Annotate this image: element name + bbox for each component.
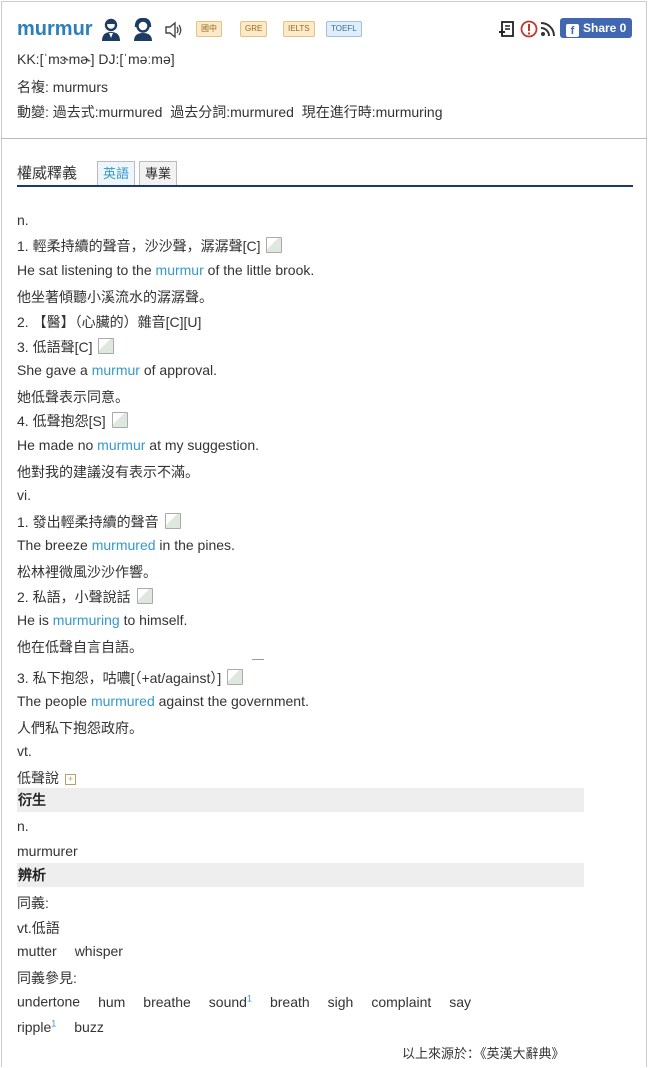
tab-english[interactable]: 英語 <box>97 161 136 186</box>
example-sentence: He sat listening to the murmur of the li… <box>17 262 315 278</box>
share-count-label: Share 0 <box>583 21 627 35</box>
see-also-label: 同義參見: <box>17 970 77 986</box>
keyword-link[interactable]: murmuring <box>53 612 120 628</box>
headword: murmur <box>17 18 93 40</box>
derivation-header: 衍生 <box>17 788 584 812</box>
level-badge-ielts[interactable]: IELTS <box>283 21 315 37</box>
pos-transitive-verb: vt. <box>17 743 32 759</box>
audio-image-icon[interactable] <box>227 669 244 685</box>
plural-form: 名複: murmurs <box>17 79 108 95</box>
expand-plus-icon[interactable]: + <box>65 774 76 785</box>
keyword-link[interactable]: murmured <box>91 693 155 709</box>
level-badge-junior-high[interactable]: 國中 <box>196 21 222 37</box>
example-translation: 她低聲表示同意。 <box>17 389 129 405</box>
example-sentence: He made no murmur at my suggestion. <box>17 437 260 453</box>
keyword-link[interactable]: murmured <box>92 537 156 553</box>
report-error-icon[interactable] <box>520 20 538 38</box>
see-also-link[interactable]: undertone <box>17 994 80 1010</box>
example-sentence: The people murmured against the governme… <box>17 693 309 709</box>
see-also-link[interactable]: sound1 <box>209 993 252 1010</box>
keyword-link[interactable]: murmur <box>92 362 140 378</box>
definition: 1. 發出輕柔持續的聲音 <box>17 512 181 532</box>
level-badge-gre[interactable]: GRE <box>240 21 268 37</box>
example-translation: 人們私下抱怨政府。 <box>17 720 143 736</box>
see-also-link[interactable]: complaint <box>371 994 431 1010</box>
definition: 2. 【醫】（心臟的）雜音[C][U] <box>17 314 202 330</box>
derivation-pos: n. <box>17 818 29 834</box>
derivation-word-link[interactable]: murmurer <box>17 843 78 859</box>
example-translation: 他在低聲自言自語。 <box>17 639 143 655</box>
header-divider <box>1 138 647 139</box>
example-sentence: She gave a murmur of approval. <box>17 362 218 378</box>
male-pronunciation-icon[interactable] <box>100 18 122 42</box>
see-also-row: ripple1 buzz <box>17 1018 104 1035</box>
keyword-link[interactable]: murmur <box>97 437 145 453</box>
synonym-label: 同義: <box>17 895 49 911</box>
example-translation: 他坐著傾聽小溪流水的潺潺聲。 <box>17 289 213 305</box>
facebook-icon: f <box>566 24 579 37</box>
definition: 3. 私下抱怨，咕噥[（+at/against）] <box>17 668 244 688</box>
pos-noun: n. <box>17 212 29 228</box>
source-attribution: 以上來源於：《英漢大辭典》 <box>402 1046 565 1061</box>
tab-professional[interactable]: 專業 <box>139 161 178 186</box>
audio-image-icon[interactable] <box>136 588 153 604</box>
synonym-list: mutter whisper <box>17 943 123 959</box>
see-also-row: undertone hum breathe sound1 breath sigh compl… <box>17 993 471 1010</box>
rss-icon[interactable] <box>539 20 557 38</box>
example-sentence: He is murmuring to himself. <box>17 612 188 628</box>
see-also-link[interactable]: buzz <box>74 1019 104 1035</box>
definition: 1. 輕柔持續的聲音，沙沙聲，潺潺聲[C] <box>17 236 283 256</box>
tab-underline <box>17 185 633 187</box>
synonym-pos: vt.低語 <box>17 920 60 936</box>
audio-image-icon[interactable] <box>98 338 115 354</box>
section-title: 權威釋義 <box>17 165 78 182</box>
keyword-link[interactable]: murmur <box>156 262 204 278</box>
phonetic: KK:[ˈmɝmɚ] DJ:[ˈməːmə] <box>17 51 175 67</box>
see-also-link[interactable]: breath <box>270 994 310 1010</box>
see-also-link[interactable]: ripple1 <box>17 1018 56 1035</box>
female-pronunciation-icon[interactable] <box>132 18 154 42</box>
pos-intransitive-verb: vi. <box>17 487 31 503</box>
synonym-link[interactable]: mutter <box>17 943 57 959</box>
see-also-link[interactable]: sigh <box>328 994 354 1010</box>
definition: 低聲說 + <box>17 768 76 788</box>
add-to-wordbook-icon[interactable] <box>498 20 516 38</box>
example-translation: 他對我的建議沒有表示不滿。 <box>17 464 199 480</box>
definition: 2. 私語，小聲說話 <box>17 587 153 607</box>
see-also-link[interactable]: hum <box>98 994 125 1010</box>
audio-image-icon[interactable] <box>266 237 283 253</box>
analysis-header: 辨析 <box>17 863 584 887</box>
synonym-link[interactable]: whisper <box>75 943 123 959</box>
see-also-link[interactable]: breathe <box>143 994 190 1010</box>
definition: 3. 低語聲[C] <box>17 337 115 357</box>
audio-image-icon[interactable] <box>164 513 181 529</box>
example-translation: 松林裡微風沙沙作響。 <box>17 564 157 580</box>
see-also-link[interactable]: say <box>449 994 471 1010</box>
verb-inflections: 動變: 過去式:murmured 過去分詞:murmured 現在進行時:mur… <box>17 104 443 120</box>
speaker-icon[interactable] <box>164 20 184 40</box>
audio-image-icon[interactable] <box>111 412 128 428</box>
facebook-share-button[interactable]: f Share 0 <box>560 18 632 38</box>
definition: 4. 低聲抱怨[S] <box>17 411 128 431</box>
level-badge-toefl[interactable]: TOEFL <box>326 21 362 37</box>
example-sentence: The breeze murmured in the pines. <box>17 537 235 553</box>
decorative-rule <box>252 659 264 660</box>
